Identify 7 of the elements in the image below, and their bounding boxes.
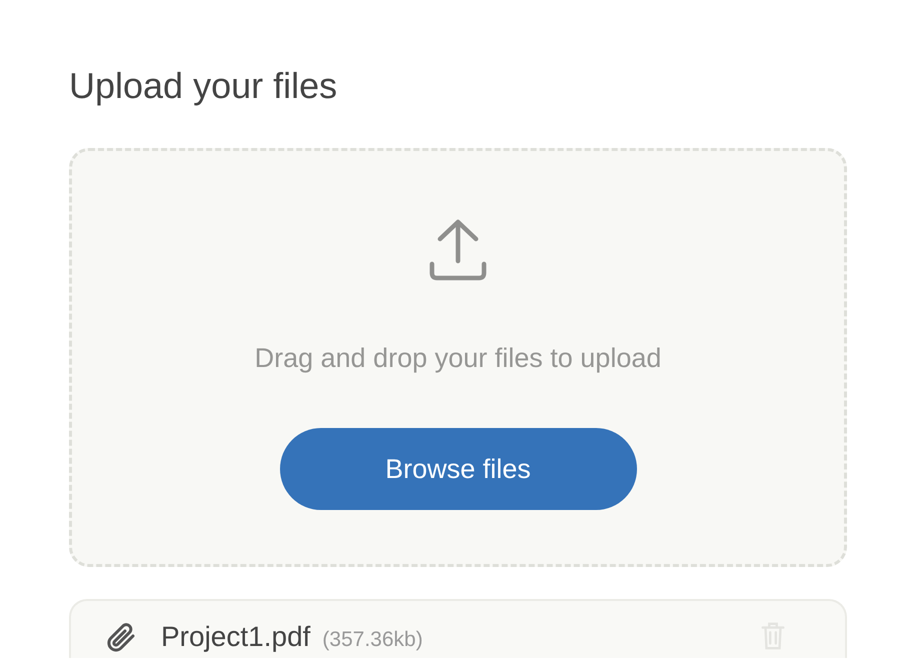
page-title: Upload your files (69, 64, 338, 106)
drop-instruction: Drag and drop your files to upload (254, 342, 662, 375)
drop-zone[interactable]: Drag and drop your files to upload Browse files (69, 148, 847, 567)
browse-files-button[interactable]: Browse files (280, 428, 636, 510)
file-size: (357.36kb) (322, 628, 423, 652)
upload-icon (429, 219, 487, 281)
file-name: Project1.pdf (161, 621, 310, 653)
